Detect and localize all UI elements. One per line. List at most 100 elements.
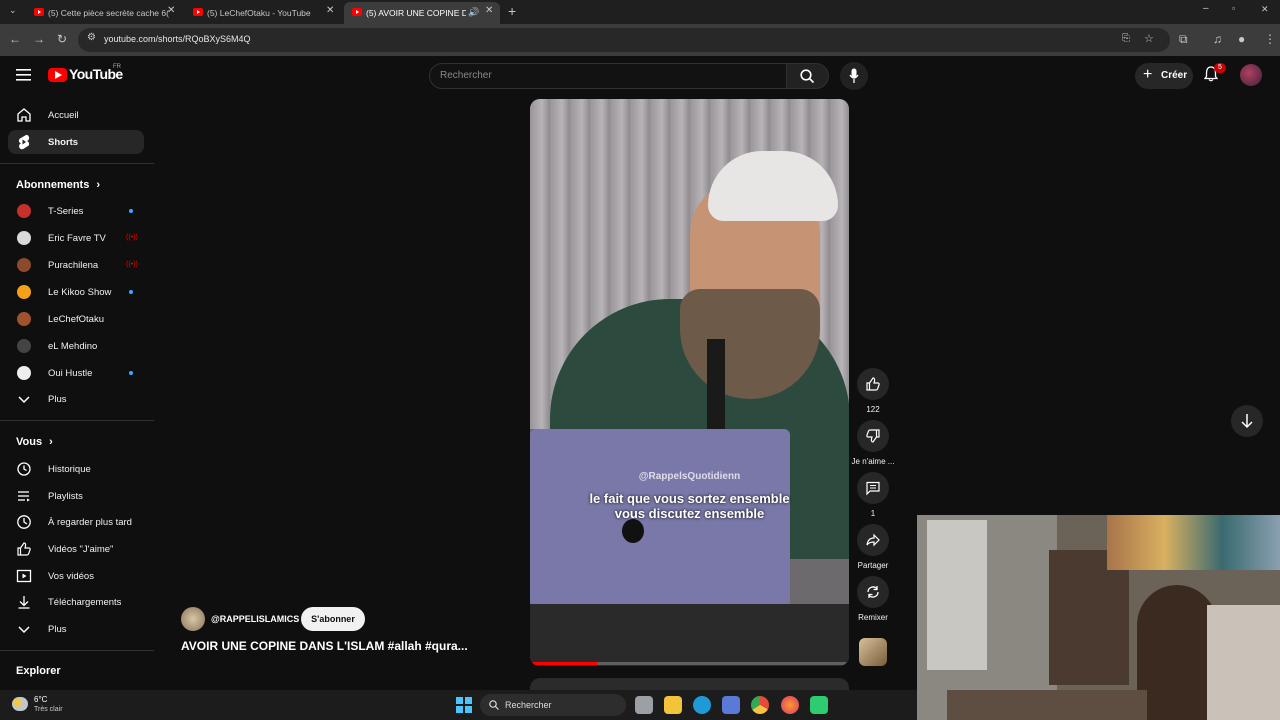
sidebar-item-label: eL Mehdino: [48, 341, 98, 352]
comment-action[interactable]: 1: [857, 472, 889, 518]
video-title[interactable]: AVOIR UNE COPINE DANS L'ISLAM #allah #qu…: [181, 639, 468, 653]
short-video-player[interactable]: @RappelsQuotidienn le fait que vous sort…: [530, 99, 849, 666]
extensions-icon[interactable]: ⧉: [1179, 32, 1188, 47]
share-button[interactable]: [857, 524, 889, 556]
task-view-icon[interactable]: [635, 696, 653, 714]
chrome-icon[interactable]: [751, 696, 769, 714]
remix-button[interactable]: [857, 576, 889, 608]
video-progress-fill: [530, 662, 597, 665]
sidebar-item-more-subscriptions[interactable]: Plus: [8, 387, 144, 411]
sidebar-item-subscription[interactable]: Le Kikoo Show: [8, 280, 144, 304]
account-avatar[interactable]: [1240, 64, 1262, 86]
channel-avatar[interactable]: [181, 607, 205, 631]
new-tab-icon[interactable]: +: [508, 3, 516, 19]
sidebar-item-label: Plus: [48, 394, 67, 405]
install-app-icon[interactable]: ⎘: [1122, 33, 1130, 44]
create-button[interactable]: + Créer: [1135, 63, 1193, 89]
sidebar-item-more-you[interactable]: Plus: [8, 617, 144, 641]
taskbar-search-label: Rechercher: [505, 700, 552, 710]
windows-start-icon[interactable]: [456, 697, 472, 713]
dislike-label: Je n'aime ...: [851, 457, 895, 466]
media-control-icon[interactable]: ♫: [1213, 32, 1222, 46]
dislike-button[interactable]: [857, 420, 889, 452]
address-field[interactable]: ⚙ youtube.com/shorts/RQoBXyS6M4Q ⎘ ☆: [78, 28, 1170, 52]
chevron-right-icon: ›: [96, 179, 101, 191]
channel-avatar: [17, 231, 31, 245]
chevron-right-icon: ›: [49, 436, 53, 448]
sidebar-item-liked[interactable]: Vidéos "J'aime": [8, 537, 144, 561]
app-icon[interactable]: [810, 696, 828, 714]
sidebar-item-history[interactable]: Historique: [8, 457, 144, 481]
comment-button[interactable]: [857, 472, 889, 504]
close-window-icon[interactable]: ✕: [1261, 4, 1269, 15]
like-action[interactable]: 122: [857, 368, 889, 414]
sidebar-item-watch-later[interactable]: À regarder plus tard: [8, 510, 144, 534]
store-icon[interactable]: [722, 696, 740, 714]
dislike-action[interactable]: Je n'aime ...: [852, 420, 894, 466]
sidebar-item-subscription[interactable]: Oui Hustle: [8, 361, 144, 385]
file-explorer-icon[interactable]: [664, 696, 682, 714]
next-short-button[interactable]: [1231, 405, 1263, 437]
sound-thumbnail[interactable]: [859, 638, 887, 666]
browser-tab-3[interactable]: (5) AVOIR UNE COPINE DA 🔊: [344, 2, 500, 24]
remix-icon: [867, 586, 879, 598]
webcam-person: [1137, 585, 1217, 720]
reload-icon[interactable]: ↻: [57, 32, 67, 46]
sidebar-item-home[interactable]: Accueil: [8, 103, 144, 127]
you-heading[interactable]: Vous ›: [16, 436, 53, 448]
sidebar-item-downloads[interactable]: Téléchargements: [8, 590, 144, 614]
site-info-icon[interactable]: ⚙: [87, 32, 96, 43]
voice-search-button[interactable]: [840, 62, 868, 90]
your-videos-icon: [16, 569, 32, 583]
sidebar-item-label: Playlists: [48, 491, 83, 502]
search-button[interactable]: [787, 63, 829, 89]
subscriptions-heading[interactable]: Abonnements ›: [16, 179, 100, 191]
sidebar-item-label: Téléchargements: [48, 597, 122, 608]
browser-tab-1[interactable]: (5) Cette pièce secrète cache 6(: [26, 2, 181, 24]
sidebar-item-subscription[interactable]: Purachilena ((•)): [8, 253, 144, 277]
sidebar-item-playlists[interactable]: Playlists: [8, 484, 144, 508]
like-button[interactable]: [857, 368, 889, 400]
remix-label: Remixer: [858, 613, 888, 622]
minimize-icon[interactable]: –: [1203, 3, 1209, 14]
weather-icon[interactable]: [12, 697, 28, 711]
channel-name[interactable]: @RAPPELISLAMICS: [211, 614, 299, 624]
subscribe-button[interactable]: S'abonner: [301, 607, 365, 631]
close-tab-icon[interactable]: ✕: [485, 5, 493, 16]
forward-icon[interactable]: →: [33, 32, 45, 46]
youtube-logo-icon[interactable]: [48, 68, 67, 82]
channel-avatar: [17, 339, 31, 353]
sidebar-item-subscription[interactable]: LeChefOtaku: [8, 307, 144, 331]
sidebar-item-label: Shorts: [48, 137, 79, 148]
channel-avatar: [17, 285, 31, 299]
close-tab-icon[interactable]: ✕: [326, 5, 334, 16]
sidebar-item-shorts[interactable]: Shorts: [8, 130, 144, 154]
profile-icon[interactable]: ●: [1238, 32, 1245, 46]
hamburger-menu-icon[interactable]: [16, 68, 32, 82]
sidebar-item-subscription[interactable]: T-Series: [8, 199, 144, 223]
video-progress-bar[interactable]: [530, 662, 849, 665]
sidebar-item-subscription[interactable]: eL Mehdino: [8, 334, 144, 358]
edge-icon[interactable]: [693, 696, 711, 714]
close-tab-icon[interactable]: ✕: [167, 5, 175, 16]
browser-tab-2[interactable]: (5) LeChefOtaku - YouTube: [185, 2, 340, 24]
home-icon: [17, 108, 31, 122]
chevron-down-icon: [18, 396, 30, 404]
bookmark-star-icon[interactable]: ☆: [1144, 32, 1154, 45]
sidebar-item-subscription[interactable]: Eric Favre TV ((•)): [8, 226, 144, 250]
share-action[interactable]: Partager: [857, 524, 889, 570]
channel-avatar: [17, 204, 31, 218]
restore-icon[interactable]: ▫: [1232, 3, 1235, 13]
comment-icon: [866, 481, 880, 496]
search-input[interactable]: Rechercher: [429, 63, 787, 89]
playlists-icon: [18, 491, 30, 502]
live-icon: ((•)): [126, 261, 138, 268]
menu-kebab-icon[interactable]: ⋮: [1264, 32, 1276, 46]
audio-playing-icon[interactable]: 🔊: [468, 7, 479, 18]
tab-list-icon[interactable]: ⌄: [9, 5, 17, 16]
firefox-icon[interactable]: [781, 696, 799, 714]
remix-action[interactable]: Remixer: [857, 576, 889, 622]
sidebar-item-your-videos[interactable]: Vos vidéos: [8, 564, 144, 588]
back-icon[interactable]: ←: [9, 32, 21, 46]
taskbar-search[interactable]: Rechercher: [480, 694, 626, 716]
